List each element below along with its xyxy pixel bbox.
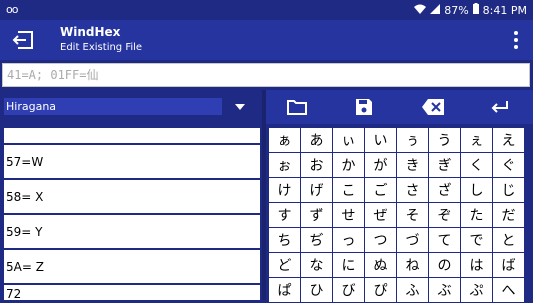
keyboard-key[interactable]: じ (493, 178, 524, 202)
keyboard-key[interactable]: で (461, 228, 492, 252)
keyboard-key[interactable]: ぢ (301, 228, 332, 252)
keyboard-key[interactable]: こ (333, 178, 364, 202)
keyboard-key[interactable]: ど (269, 253, 300, 277)
backspace-icon[interactable] (421, 98, 445, 116)
keyboard-key[interactable]: ご (365, 178, 396, 202)
keyboard-key[interactable]: は (461, 253, 492, 277)
keyboard-key[interactable]: か (333, 153, 364, 177)
keyboard-key[interactable]: ざ (429, 178, 460, 202)
keyboard-key[interactable]: す (269, 203, 300, 227)
app-subtitle: Edit Existing File (60, 42, 143, 53)
clock: 8:41 PM (482, 3, 527, 17)
enter-icon[interactable] (490, 98, 510, 116)
keyboard-row: ちぢっつづてでと (269, 228, 533, 252)
keyboard-key[interactable]: け (269, 178, 300, 202)
app-title: WindHex (60, 25, 121, 39)
keyboard-key[interactable]: っ (333, 228, 364, 252)
keyboard-key[interactable]: い (365, 128, 396, 152)
keyboard-key[interactable]: ぜ (365, 203, 396, 227)
keyboard-key[interactable]: づ (397, 228, 428, 252)
voicemail-icon: oo (6, 3, 19, 16)
mapping-input-wrapper (2, 63, 530, 87)
keyboard-key[interactable]: ぬ (365, 253, 396, 277)
keyboard-key[interactable]: げ (301, 178, 332, 202)
keyboard-key[interactable]: つ (365, 228, 396, 252)
list-item[interactable]: 5A= Z (4, 250, 260, 285)
keyboard-row: けげこごさざしじ (269, 178, 533, 202)
keyboard-key[interactable]: ぁ (269, 128, 300, 152)
keyboard-key[interactable]: ぶ (429, 278, 460, 302)
list-item[interactable]: 58= X (4, 180, 260, 215)
keyboard-key[interactable]: の (429, 253, 460, 277)
exit-icon[interactable] (12, 30, 34, 50)
keyboard-key[interactable]: が (365, 153, 396, 177)
keyboard-key[interactable]: し (461, 178, 492, 202)
keyboard-key[interactable]: ぃ (333, 128, 364, 152)
battery-icon (472, 3, 479, 17)
keyboard-key[interactable]: に (333, 253, 364, 277)
keyboard-key[interactable]: ぐ (493, 153, 524, 177)
keyboard-row: すずせぜそぞただ (269, 203, 533, 227)
keyboard-row: ぉおかがきぎくぐ (269, 153, 533, 177)
list-item[interactable]: 72 (4, 285, 260, 303)
keyboard-key[interactable]: ぎ (429, 153, 460, 177)
keyboard-key[interactable]: そ (397, 203, 428, 227)
keyboard-key[interactable]: あ (301, 128, 332, 152)
keyboard-key[interactable]: ぞ (429, 203, 460, 227)
signal-icon (430, 3, 441, 17)
list-item[interactable] (4, 128, 260, 145)
keyboard-row: どなにぬねのはば (269, 253, 533, 277)
keyboard-key[interactable]: き (397, 153, 428, 177)
keyboard-key[interactable]: と (493, 228, 524, 252)
keyboard-key[interactable]: て (429, 228, 460, 252)
keyboard-key[interactable]: ず (301, 203, 332, 227)
keyboard-key[interactable]: ば (493, 253, 524, 277)
keyboard-key[interactable]: う (429, 128, 460, 152)
charset-dropdown[interactable]: Hiragana (4, 98, 222, 115)
keyboard-key[interactable]: せ (333, 203, 364, 227)
keyboard-key[interactable]: ね (397, 253, 428, 277)
wifi-icon (414, 4, 427, 17)
keyboard-row: ぁあぃいぅうぇえ (269, 128, 533, 152)
keyboard-key[interactable]: ぱ (269, 278, 300, 302)
keyboard-key[interactable]: ひ (301, 278, 332, 302)
overflow-menu-icon[interactable] (513, 31, 519, 49)
right-panel: ぁあぃいぅうぇえぉおかがきぎくぐけげこごさざしじすずせぜそぞただちぢっつづてでと… (266, 90, 533, 302)
keyboard-key[interactable]: ぅ (397, 128, 428, 152)
keyboard-key[interactable]: さ (397, 178, 428, 202)
left-panel: Hiragana 57=W 58= X 59= Y 5A= Z 72 (0, 90, 262, 303)
folder-icon[interactable] (287, 98, 307, 116)
keyboard-key[interactable]: ち (269, 228, 300, 252)
keyboard-key[interactable]: ぴ (365, 278, 396, 302)
keyboard-key[interactable]: ふ (397, 278, 428, 302)
mapping-list: 57=W 58= X 59= Y 5A= Z 72 (4, 128, 260, 303)
status-bar: oo 87% 8:41 PM (0, 0, 533, 20)
keyboard-key[interactable]: く (461, 153, 492, 177)
keyboard-row: ぱひびぴふぶぷへ (269, 278, 533, 302)
chevron-down-icon[interactable] (235, 104, 245, 110)
keyboard-key[interactable]: お (301, 153, 332, 177)
keyboard-key[interactable]: な (301, 253, 332, 277)
keyboard-key[interactable]: え (493, 128, 524, 152)
keyboard-key[interactable]: ぇ (461, 128, 492, 152)
keyboard-toolbar (266, 90, 533, 124)
keyboard-key[interactable]: び (333, 278, 364, 302)
keyboard-key[interactable]: へ (493, 278, 524, 302)
keyboard-key[interactable]: た (461, 203, 492, 227)
hiragana-keyboard: ぁあぃいぅうぇえぉおかがきぎくぐけげこごさざしじすずせぜそぞただちぢっつづてでと… (269, 128, 533, 302)
save-icon[interactable] (355, 98, 375, 116)
keyboard-key[interactable]: だ (493, 203, 524, 227)
list-item[interactable]: 59= Y (4, 215, 260, 250)
keyboard-key[interactable]: ぷ (461, 278, 492, 302)
list-item[interactable]: 57=W (4, 145, 260, 180)
app-bar: WindHex Edit Existing File (0, 20, 533, 60)
keyboard-key[interactable]: ぉ (269, 153, 300, 177)
battery-percent: 87% (444, 3, 469, 17)
mapping-input[interactable] (3, 64, 529, 86)
